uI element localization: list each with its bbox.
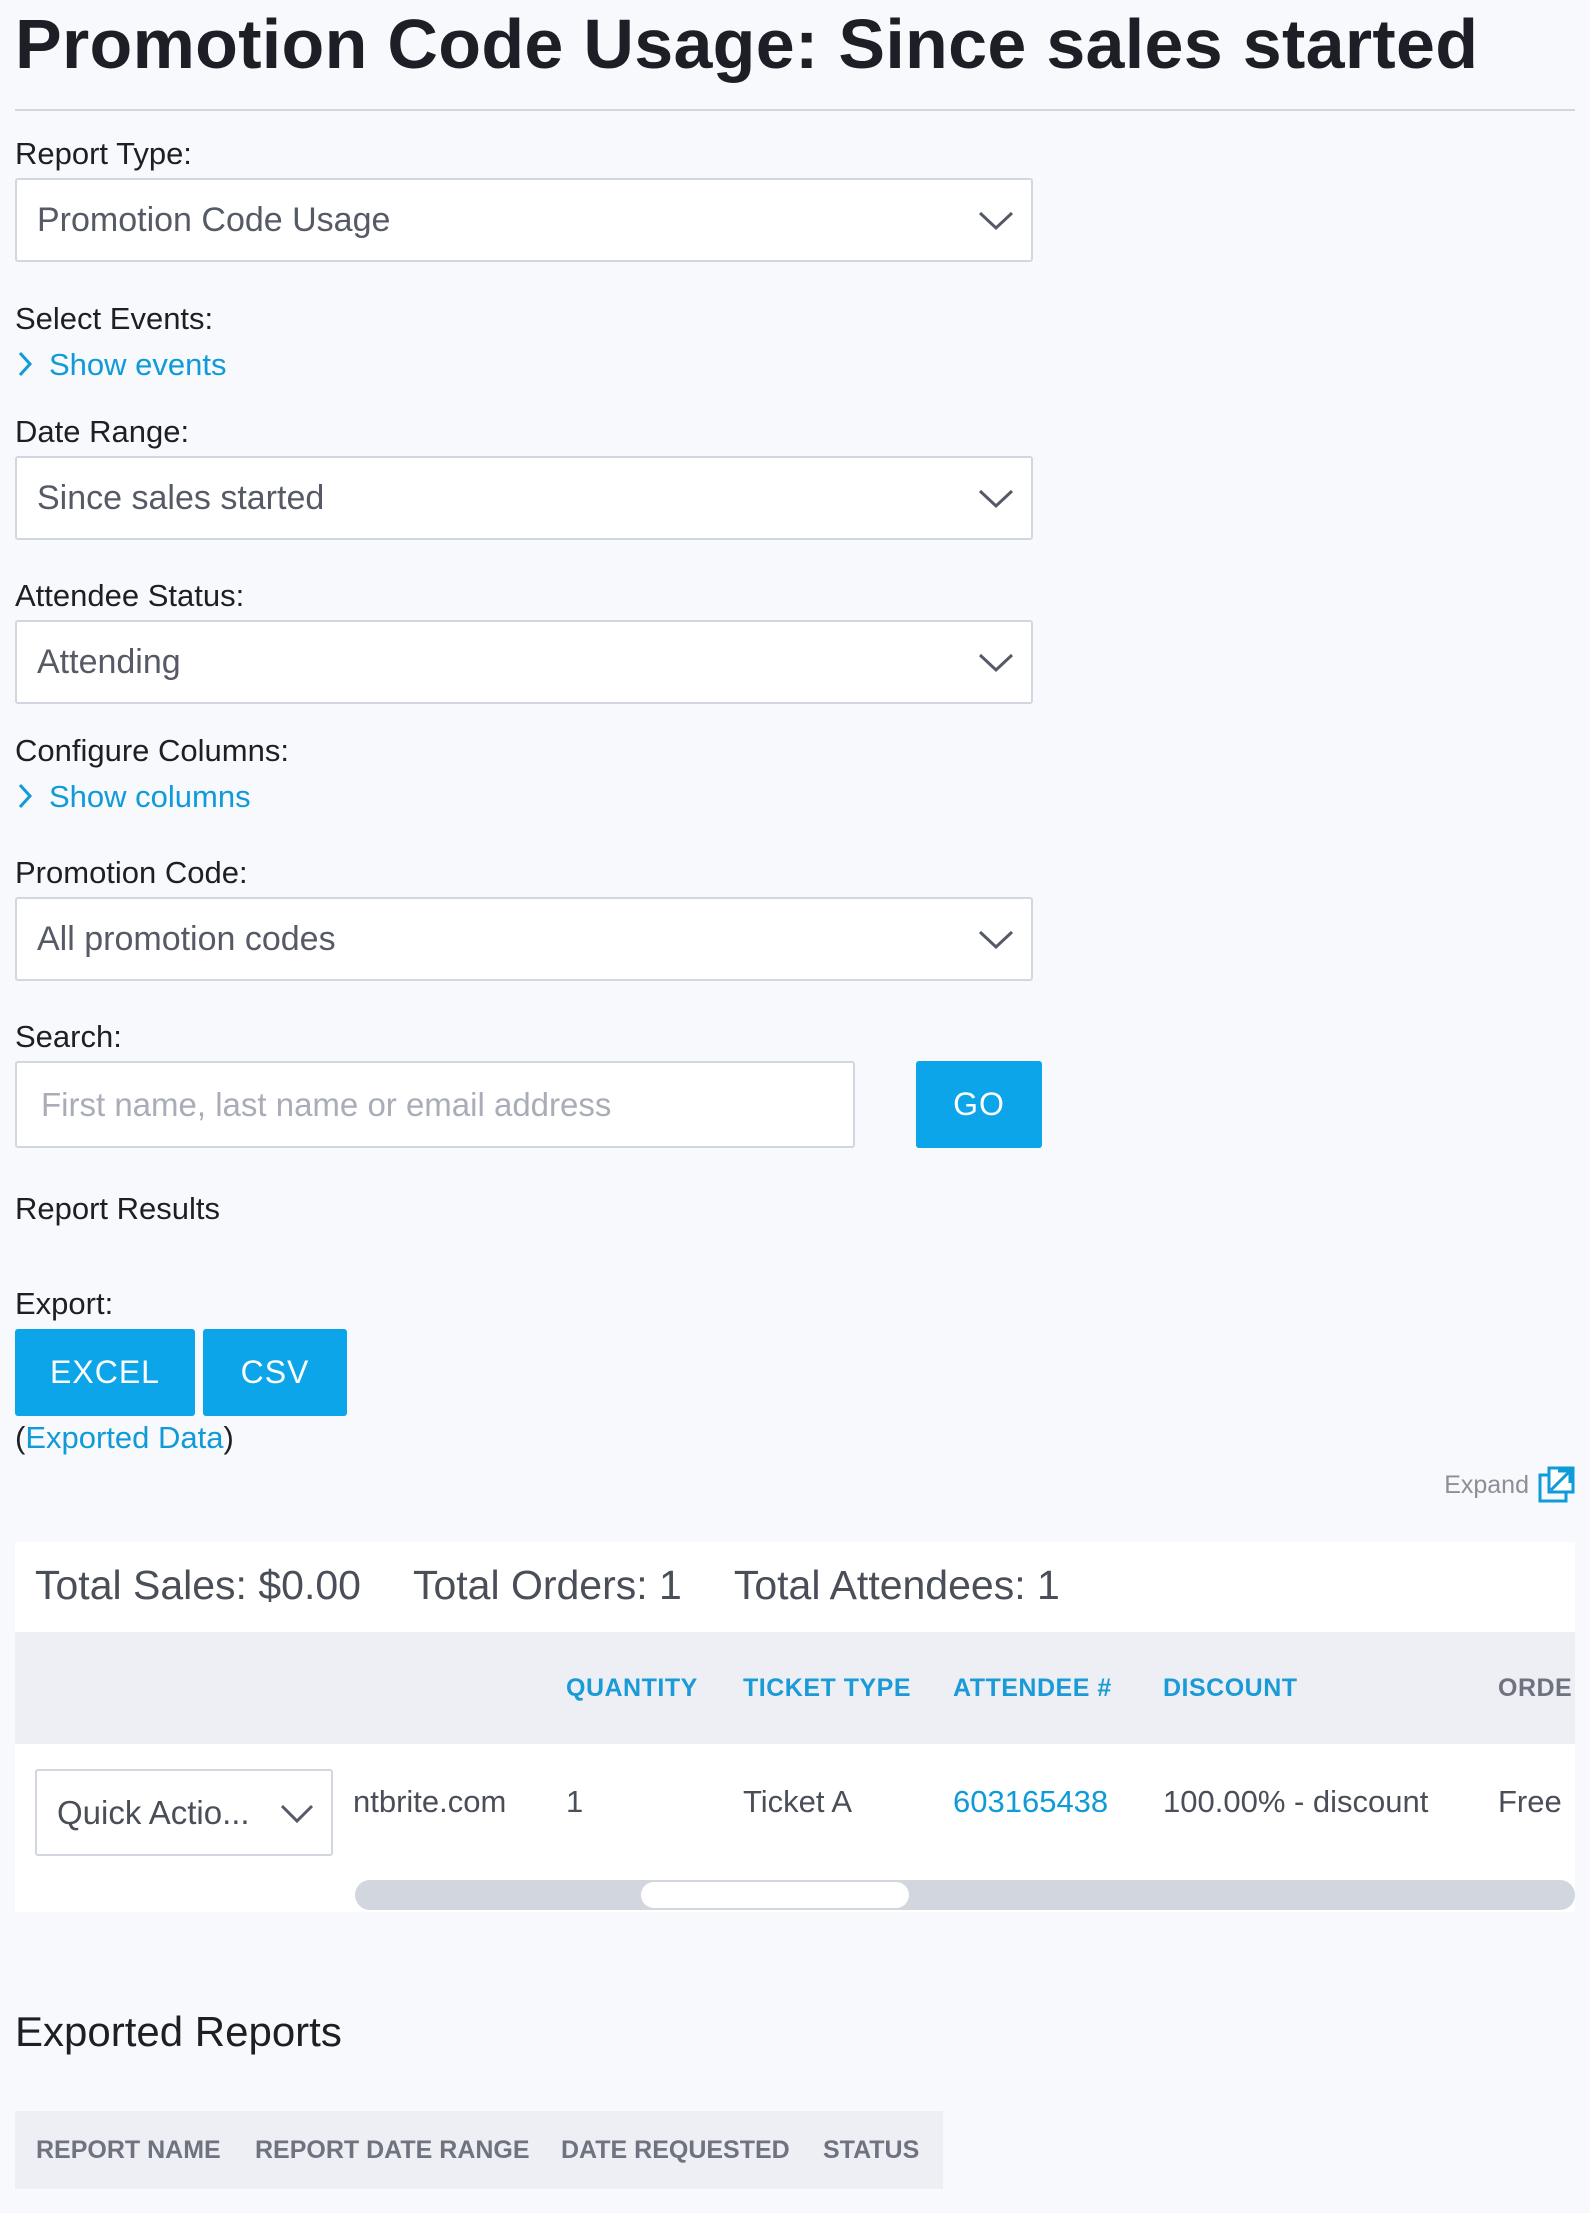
cell-attendee-number-link[interactable]: 603165438 xyxy=(953,1782,1108,1822)
show-events-link[interactable]: Show events xyxy=(15,347,227,383)
report-results-heading: Report Results xyxy=(15,1191,221,1226)
export-label: Export: xyxy=(15,1286,114,1321)
search-label: Search: xyxy=(15,1019,122,1054)
date-range-label: Date Range: xyxy=(15,414,190,449)
promotion-code-label: Promotion Code: xyxy=(15,855,248,890)
column-header-status: STATUS xyxy=(823,2136,920,2164)
go-button[interactable]: GO xyxy=(916,1061,1042,1148)
export-excel-button[interactable]: EXCEL xyxy=(15,1329,195,1416)
exported-data-open-paren: ( xyxy=(15,1420,26,1455)
exported-data-close-paren: ) xyxy=(223,1420,234,1455)
select-events-label: Select Events: xyxy=(15,301,214,336)
search-input[interactable] xyxy=(15,1061,855,1148)
date-range-select[interactable]: Since sales started xyxy=(15,456,1033,540)
chevron-down-icon xyxy=(978,653,1014,673)
expand-icon xyxy=(1538,1466,1575,1503)
chevron-right-icon xyxy=(18,351,33,376)
exported-data-line: (Exported Data) xyxy=(15,1420,234,1456)
attendee-status-select[interactable]: Attending xyxy=(15,620,1033,704)
show-columns-text: Show columns xyxy=(49,779,251,814)
export-csv-button[interactable]: CSV xyxy=(203,1329,347,1416)
column-header-quantity[interactable]: QUANTITY xyxy=(566,1632,698,1744)
total-attendees: Total Attendees: 1 xyxy=(733,1562,1060,1608)
column-header-report-date-range: REPORT DATE RANGE xyxy=(255,2136,530,2164)
column-header-report-name: REPORT NAME xyxy=(36,2136,221,2164)
cell-quantity: 1 xyxy=(566,1784,584,1819)
chevron-right-icon xyxy=(18,783,33,808)
cell-order: Free xyxy=(1498,1784,1562,1819)
promotion-code-value: All promotion codes xyxy=(37,920,336,958)
results-card: Total Sales: $0.00 Total Orders: 1 Total A… xyxy=(15,1542,1575,1912)
expand-button[interactable]: Expand xyxy=(1444,1466,1575,1504)
column-header-ticket-type[interactable]: TICKET TYPE xyxy=(743,1632,911,1744)
show-events-text: Show events xyxy=(49,347,227,382)
report-type-label: Report Type: xyxy=(15,136,192,171)
cell-discount: 100.00% - discount xyxy=(1163,1784,1429,1819)
total-sales: Total Sales: $0.00 xyxy=(35,1562,361,1608)
show-columns-link[interactable]: Show columns xyxy=(15,779,251,815)
expand-label: Expand xyxy=(1444,1470,1529,1499)
exported-reports-title: Exported Reports xyxy=(15,2008,342,2055)
exported-data-link[interactable]: Exported Data xyxy=(25,1420,223,1455)
quick-actions-value: Quick Actio... xyxy=(57,1794,250,1831)
horizontal-scrollbar[interactable] xyxy=(355,1880,1575,1910)
attendee-status-label: Attendee Status: xyxy=(15,578,245,613)
report-type-value: Promotion Code Usage xyxy=(37,201,391,239)
date-range-value: Since sales started xyxy=(37,479,325,517)
report-type-select[interactable]: Promotion Code Usage xyxy=(15,178,1033,262)
column-header-attendee-number[interactable]: ATTENDEE # xyxy=(953,1632,1112,1744)
chevron-down-icon xyxy=(978,211,1014,231)
chevron-down-icon xyxy=(280,1804,314,1824)
cell-email: ntbrite.com xyxy=(353,1784,507,1819)
column-header-date-requested: DATE REQUESTED xyxy=(561,2136,790,2164)
total-orders: Total Orders: 1 xyxy=(412,1562,682,1608)
attendee-status-value: Attending xyxy=(37,643,181,681)
cell-ticket-type: Ticket A xyxy=(743,1784,853,1819)
column-header-order[interactable]: ORDE xyxy=(1498,1632,1572,1744)
exported-reports-table-header: REPORT NAME REPORT DATE RANGE DATE REQUE… xyxy=(15,2111,943,2189)
configure-columns-label: Configure Columns: xyxy=(15,733,289,768)
title-divider xyxy=(15,109,1575,111)
page-title: Promotion Code Usage: Since sales starte… xyxy=(15,5,1479,83)
totals-bar: Total Sales: $0.00 Total Orders: 1 Total A… xyxy=(35,1562,1112,1609)
table-header: QUANTITY TICKET TYPE ATTENDEE # DISCOUNT… xyxy=(15,1632,1575,1744)
scrollbar-thumb[interactable] xyxy=(641,1882,909,1908)
column-header-discount[interactable]: DISCOUNT xyxy=(1163,1632,1298,1744)
promotion-code-select[interactable]: All promotion codes xyxy=(15,897,1033,981)
chevron-down-icon xyxy=(978,930,1014,950)
quick-actions-select[interactable]: Quick Actio... xyxy=(35,1769,333,1856)
chevron-down-icon xyxy=(978,489,1014,509)
